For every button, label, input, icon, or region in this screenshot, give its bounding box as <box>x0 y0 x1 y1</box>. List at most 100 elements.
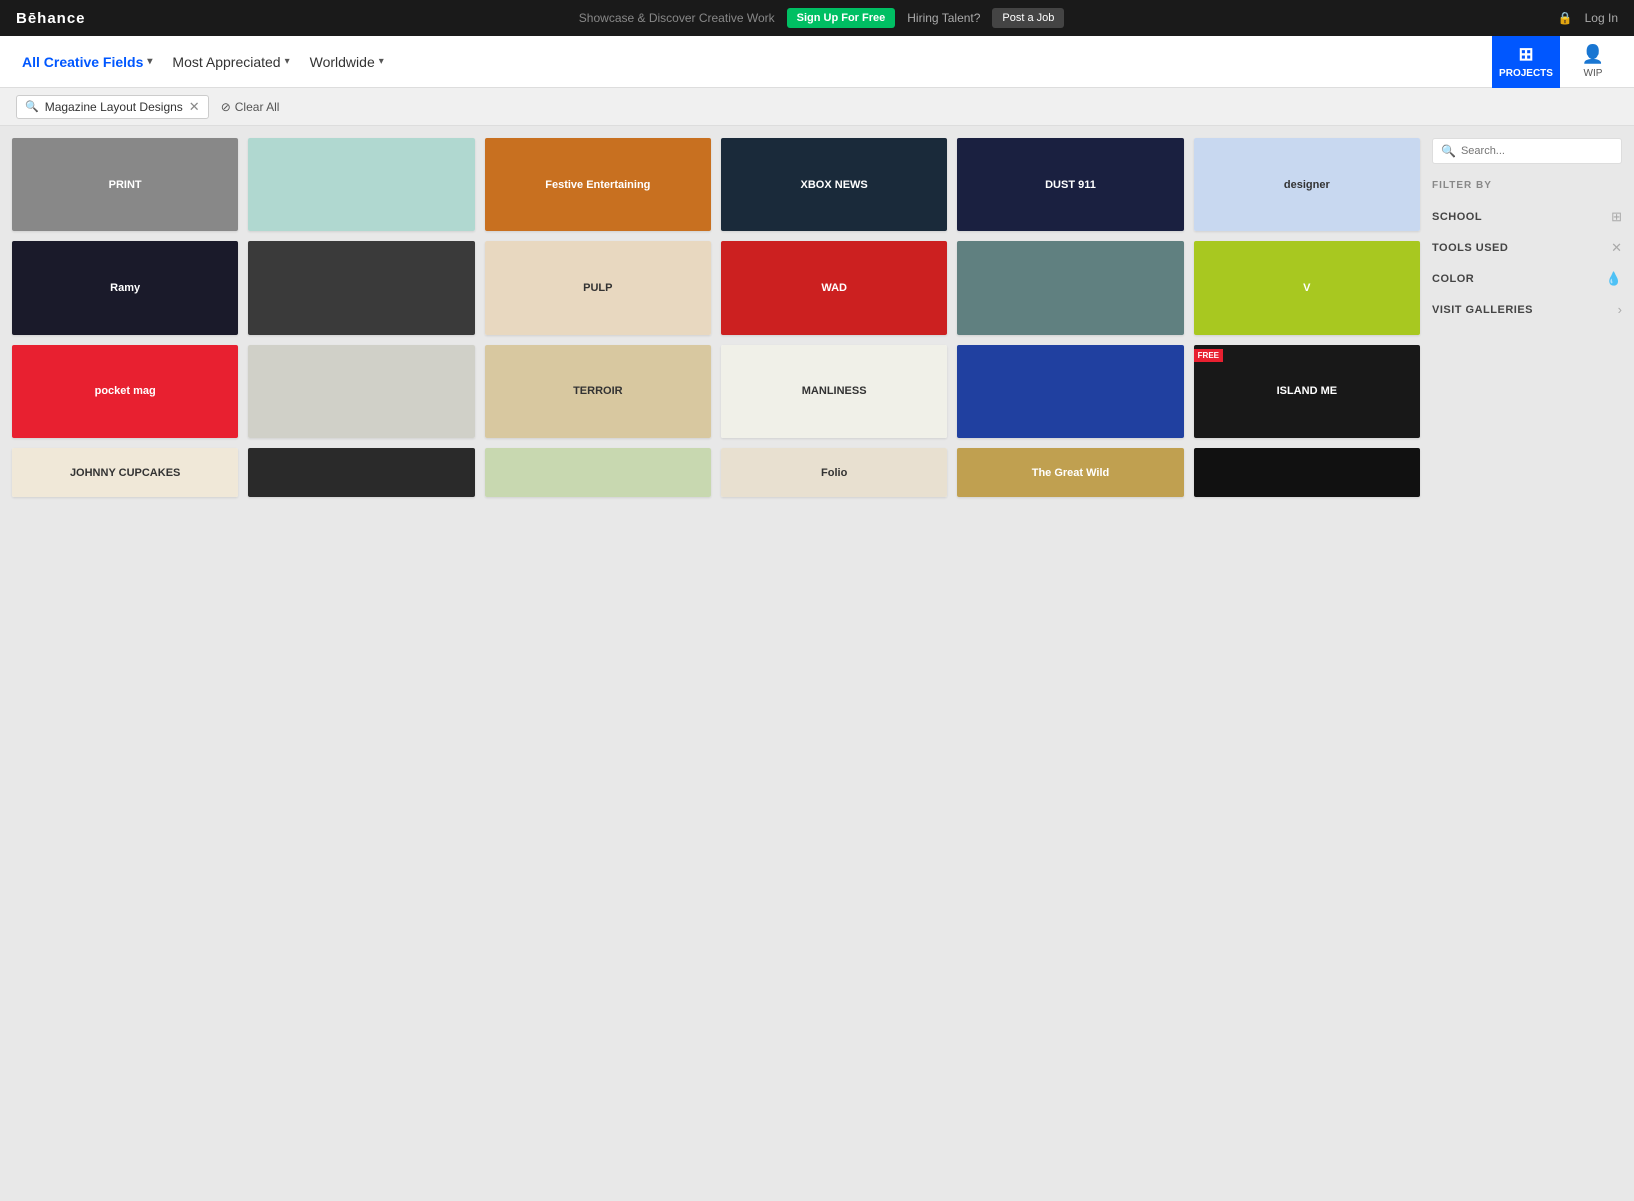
sidebar-filter-label: VISIT GALLERIES <box>1432 304 1533 316</box>
project-thumbnail[interactable]: PULP <box>485 241 711 334</box>
project-thumbnail[interactable] <box>485 448 711 497</box>
sidebar-filter-item-visit-galleries[interactable]: VISIT GALLERIES › <box>1432 294 1622 324</box>
sidebar-filter-label: TOOLS USED <box>1432 242 1508 254</box>
search-icon: 🔍 <box>1441 144 1456 158</box>
project-card: XBOX NEWS Xbox News by Ryan Mendes Art D… <box>721 138 947 231</box>
project-thumbnail[interactable]: Festive Entertaining <box>485 138 711 231</box>
project-card <box>1194 448 1420 497</box>
most-appreciated-label: Most Appreciated <box>172 54 280 70</box>
sidebar-filter-item-school[interactable]: SCHOOL ⊞ <box>1432 201 1622 232</box>
project-thumbnail[interactable]: designer <box>1194 138 1420 231</box>
project-card: Jot Down, Contemporary Culture Mag by re… <box>248 241 474 334</box>
project-card: IL - Istruzioni per l'uso by Francesco M… <box>957 345 1183 438</box>
signup-button[interactable]: Sign Up For Free <box>787 8 896 28</box>
project-thumbnail[interactable] <box>957 345 1183 438</box>
project-card: Ramy Ramy Magazine by Ramy Mohamed Anima… <box>12 241 238 334</box>
project-thumbnail[interactable] <box>248 345 474 438</box>
project-thumbnail[interactable]: JOHNNY CUPCAKES <box>12 448 238 497</box>
sidebar: 🔍 FILTER BY SCHOOL ⊞ TOOLS USED ✕ COLOR … <box>1432 138 1622 497</box>
search-icon: 🔍 <box>25 100 39 113</box>
sidebar-filter-icon: › <box>1618 302 1622 317</box>
search-tag-label: Magazine Layout Designs <box>45 100 183 114</box>
creative-fields-filter[interactable]: All Creative Fields ▾ <box>16 50 158 74</box>
chevron-down-icon: ▾ <box>285 56 290 67</box>
project-thumbnail[interactable] <box>1194 448 1420 497</box>
project-thumbnail[interactable] <box>248 241 474 334</box>
sidebar-filter-icon: 💧 <box>1606 271 1622 287</box>
clear-all-button[interactable]: ⊘ Clear All <box>221 100 280 114</box>
project-thumbnail[interactable]: XBOX NEWS <box>721 138 947 231</box>
sidebar-filter-label: SCHOOL <box>1432 211 1482 223</box>
project-card: V Travel Magazine by Bartosz Kwiecień Il… <box>1194 241 1420 334</box>
project-thumbnail[interactable]: WAD <box>721 241 947 334</box>
project-card: TERROIR TERROIR Magazine No. 3 by Benjam… <box>485 345 711 438</box>
worldwide-label: Worldwide <box>310 54 375 70</box>
project-card: pocket mag Pocketmag. by Face. Editorial… <box>12 345 238 438</box>
clear-all-label: Clear All <box>235 100 280 114</box>
wip-tab-button[interactable]: 👤 WIP <box>1568 36 1618 88</box>
filters-left: All Creative Fields ▾ Most Appreciated ▾… <box>16 50 390 74</box>
nav-right: 🔒 Log In <box>1558 11 1618 25</box>
chevron-down-icon: ▾ <box>147 56 152 67</box>
project-thumbnail[interactable] <box>248 138 474 231</box>
project-thumbnail[interactable] <box>957 241 1183 334</box>
project-card: PULP Pulp Magazine by Sam Flaherty Art D… <box>485 241 711 334</box>
project-card: PRINT Print Magazine Spread by Oat Graph… <box>12 138 238 231</box>
wip-label: WIP <box>1584 68 1603 79</box>
most-appreciated-filter[interactable]: Most Appreciated ▾ <box>166 50 295 74</box>
project-card: Vom Finden des richtigen Moments by Anna… <box>248 345 474 438</box>
project-card: Festive Entertaining Festive Entertainin… <box>485 138 711 231</box>
project-thumbnail[interactable]: TERROIR <box>485 345 711 438</box>
free-badge: FREE <box>1194 349 1223 362</box>
project-thumbnail[interactable]: V <box>1194 241 1420 334</box>
main-content: PRINT Print Magazine Spread by Oat Graph… <box>0 126 1634 509</box>
project-card: MANLINESS Art of Manliness - Magazine by… <box>721 345 947 438</box>
project-card <box>248 448 474 497</box>
project-thumbnail[interactable]: PRINT <box>12 138 238 231</box>
sidebar-filter-icon: ⊞ <box>1611 209 1622 225</box>
sidebar-search-box[interactable]: 🔍 <box>1432 138 1622 164</box>
post-job-button[interactable]: Post a Job <box>992 8 1064 28</box>
wip-icon: 👤 <box>1582 44 1604 65</box>
creative-fields-label: All Creative Fields <box>22 54 143 70</box>
sidebar-search-input[interactable] <box>1461 145 1613 157</box>
project-card: Conduct Magazine by Lauren Davidson Edit… <box>957 241 1183 334</box>
search-tag-bar: 🔍 Magazine Layout Designs ✕ ⊘ Clear All <box>0 88 1634 126</box>
project-thumbnail[interactable]: Folio <box>721 448 947 497</box>
sidebar-filter-item-tools-used[interactable]: TOOLS USED ✕ <box>1432 232 1622 263</box>
project-thumbnail[interactable]: Ramy <box>12 241 238 334</box>
brand-logo: Bēhance <box>16 10 86 27</box>
project-card: The Great Wild <box>957 448 1183 497</box>
chevron-down-icon: ▾ <box>379 56 384 67</box>
filter-bar: All Creative Fields ▾ Most Appreciated ▾… <box>0 36 1634 88</box>
project-card: DUST 911 DUST 911 (a self-initiated proj… <box>957 138 1183 231</box>
worldwide-filter[interactable]: Worldwide ▾ <box>304 50 390 74</box>
project-card: Trendi by Lotta Nieminen Art Direction, … <box>248 138 474 231</box>
project-card: FREE ISLAND ME ISLANDME ISSUE 2 by Clayt… <box>1194 345 1420 438</box>
projects-icon: ⊞ <box>1518 44 1533 65</box>
projects-grid: PRINT Print Magazine Spread by Oat Graph… <box>12 138 1420 497</box>
filter-by-label: FILTER BY <box>1432 180 1622 191</box>
filters-right: ⊞ PROJECTS 👤 WIP <box>1492 36 1618 88</box>
login-icon: 🔒 <box>1558 11 1573 25</box>
project-thumbnail[interactable] <box>248 448 474 497</box>
project-thumbnail[interactable]: MANLINESS <box>721 345 947 438</box>
sidebar-filter-item-color[interactable]: COLOR 💧 <box>1432 263 1622 294</box>
sidebar-filter-label: COLOR <box>1432 273 1474 285</box>
login-link[interactable]: Log In <box>1585 11 1618 25</box>
nav-center: Showcase & Discover Creative Work Sign U… <box>579 8 1065 28</box>
project-thumbnail[interactable]: DUST 911 <box>957 138 1183 231</box>
project-thumbnail[interactable]: pocket mag <box>12 345 238 438</box>
project-card: JOHNNY CUPCAKES Johnny Cupcakes <box>12 448 238 497</box>
project-card: Folio <box>721 448 947 497</box>
projects-label: PROJECTS <box>1499 68 1553 79</box>
hiring-label: Hiring Talent? <box>907 11 980 25</box>
close-tag-button[interactable]: ✕ <box>189 99 200 115</box>
clear-icon: ⊘ <box>221 100 231 114</box>
project-thumbnail[interactable]: The Great Wild <box>957 448 1183 497</box>
projects-tab-button[interactable]: ⊞ PROJECTS <box>1492 36 1560 88</box>
active-search-tag: 🔍 Magazine Layout Designs ✕ <box>16 95 209 119</box>
project-thumbnail[interactable]: FREE ISLAND ME <box>1194 345 1420 438</box>
top-nav: Bēhance Showcase & Discover Creative Wor… <box>0 0 1634 36</box>
project-card: WAD WAD FRANCE SPRING/SUMMER 2011 by FLO… <box>721 241 947 334</box>
